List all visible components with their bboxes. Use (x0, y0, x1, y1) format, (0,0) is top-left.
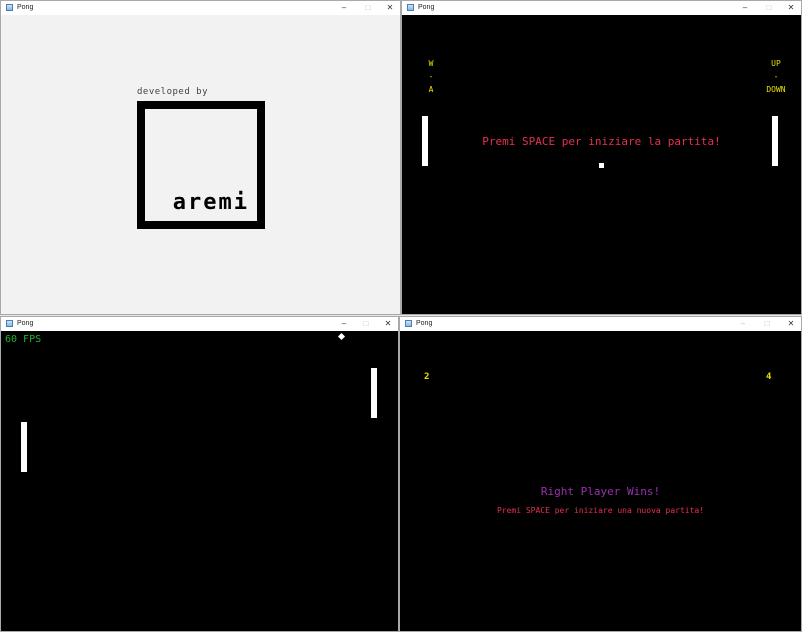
winner-message: Right Player Wins! (540, 485, 661, 498)
fps-counter: 60 FPS (5, 334, 42, 345)
play-window: Pong – □ ✕ 60 FPS (0, 316, 399, 632)
left-control-key: W (428, 59, 434, 68)
window-title: Pong (17, 4, 34, 11)
minimize-button[interactable]: – (332, 1, 356, 15)
maximize-button: □ (365, 3, 371, 12)
ball (337, 332, 346, 341)
logo-text: aremi (172, 190, 249, 215)
logo-inner: aremi (145, 109, 257, 221)
app-icon (407, 4, 414, 11)
maximize-button: □ (363, 319, 369, 328)
right-control-key: UP (771, 59, 781, 68)
maximize-button: □ (764, 319, 770, 328)
left-control-separator: - (428, 72, 434, 81)
left-paddle (21, 422, 27, 472)
minimize-button[interactable]: – (731, 317, 755, 331)
minimize-button[interactable]: – (332, 317, 356, 331)
start-window: Pong – □ ✕ W - A UP - DOWN Premi SPACE p… (401, 0, 802, 315)
right-controls-hint: UP - DOWN (762, 57, 790, 96)
developed-by-label: developed by (137, 87, 209, 97)
right-score: 4 (766, 372, 772, 382)
splash-window: Pong – □ ✕ developed by aremi (0, 0, 401, 315)
splash-canvas: developed by aremi (1, 15, 400, 314)
left-control-key: A (428, 85, 434, 94)
right-control-separator: - (773, 72, 779, 81)
close-button[interactable]: ✕ (779, 317, 801, 331)
game-canvas[interactable]: 2 4 Right Player Wins! Premi SPACE per i… (400, 331, 801, 631)
app-icon (6, 320, 13, 327)
title-bar[interactable]: Pong – □ ✕ (1, 1, 400, 15)
game-canvas[interactable]: 60 FPS (1, 331, 398, 631)
left-controls-hint: W - A (426, 57, 436, 96)
right-paddle (371, 368, 377, 418)
win-window: Pong – □ ✕ 2 4 Right Player Wins! Premi … (399, 316, 802, 632)
title-bar[interactable]: Pong – □ ✕ (400, 317, 801, 331)
ball (599, 163, 604, 168)
app-icon (405, 320, 412, 327)
left-score: 2 (424, 372, 430, 382)
restart-message: Premi SPACE per iniziare una nuova parti… (496, 506, 705, 515)
close-button[interactable]: ✕ (779, 1, 801, 15)
developer-logo: aremi (137, 101, 265, 229)
close-button[interactable]: ✕ (378, 1, 400, 15)
start-message: Premi SPACE per iniziare la partita! (482, 135, 721, 148)
close-button[interactable]: ✕ (376, 317, 398, 331)
window-title: Pong (418, 4, 435, 11)
title-bar[interactable]: Pong – □ ✕ (1, 317, 398, 331)
title-bar[interactable]: Pong – □ ✕ (402, 1, 801, 15)
minimize-button[interactable]: – (733, 1, 757, 15)
game-canvas[interactable]: W - A UP - DOWN Premi SPACE per iniziare… (402, 15, 801, 314)
maximize-button: □ (766, 3, 772, 12)
window-title: Pong (17, 320, 34, 327)
app-icon (6, 4, 13, 11)
window-title: Pong (416, 320, 433, 327)
right-control-key: DOWN (766, 85, 786, 94)
